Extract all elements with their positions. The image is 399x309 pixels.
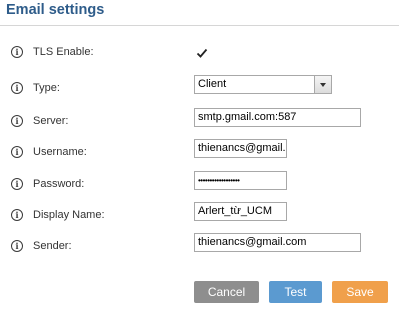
type-select[interactable]: Client bbox=[194, 75, 332, 94]
page-title: Email settings bbox=[6, 2, 105, 18]
display-name-row: i Display Name: Arlert_từ_UCM bbox=[0, 202, 399, 224]
type-select-value: Client bbox=[198, 78, 227, 90]
info-icon[interactable]: i bbox=[11, 209, 23, 221]
sender-label: Sender: bbox=[33, 240, 72, 252]
server-input[interactable]: smtp.gmail.com:587 bbox=[194, 108, 361, 127]
password-input[interactable]: •••••••••••••••••• bbox=[194, 171, 287, 190]
server-label: Server: bbox=[33, 115, 69, 127]
server-row: i Server: smtp.gmail.com:587 bbox=[0, 108, 399, 130]
display-name-label: Display Name: bbox=[33, 209, 105, 221]
password-row: i Password: •••••••••••••••••• bbox=[0, 171, 399, 193]
title-divider bbox=[0, 25, 399, 26]
chevron-down-icon[interactable] bbox=[314, 76, 331, 93]
info-icon[interactable]: i bbox=[11, 46, 23, 58]
cancel-button[interactable]: Cancel bbox=[194, 281, 259, 303]
info-icon[interactable]: i bbox=[11, 178, 23, 190]
info-icon[interactable]: i bbox=[11, 240, 23, 252]
sender-row: i Sender: thienancs@gmail.com bbox=[0, 233, 399, 255]
tls-enable-checkbox[interactable] bbox=[194, 45, 210, 61]
sender-input[interactable]: thienancs@gmail.com bbox=[194, 233, 361, 252]
type-label: Type: bbox=[33, 82, 60, 94]
info-icon[interactable]: i bbox=[11, 115, 23, 127]
username-row: i Username: thienancs@gmail.c bbox=[0, 139, 399, 161]
display-name-input[interactable]: Arlert_từ_UCM bbox=[194, 202, 287, 221]
save-button[interactable]: Save bbox=[332, 281, 388, 303]
tls-enable-row: i TLS Enable: bbox=[0, 42, 399, 64]
password-label: Password: bbox=[33, 178, 85, 190]
check-icon bbox=[196, 48, 208, 58]
type-row: i Type: Client bbox=[0, 75, 399, 97]
tls-enable-label: TLS Enable: bbox=[33, 46, 94, 58]
info-icon[interactable]: i bbox=[11, 82, 23, 94]
test-button[interactable]: Test bbox=[269, 281, 322, 303]
info-icon[interactable]: i bbox=[11, 146, 23, 158]
username-input[interactable]: thienancs@gmail.c bbox=[194, 139, 287, 158]
username-label: Username: bbox=[33, 146, 87, 158]
